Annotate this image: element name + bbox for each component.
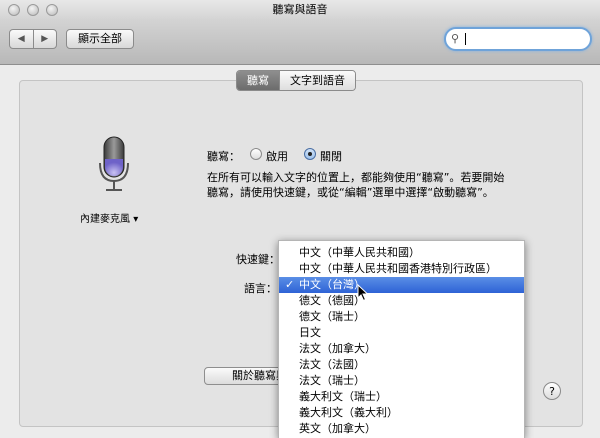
- back-button[interactable]: ◀: [10, 30, 34, 48]
- search-field[interactable]: ⚲: [444, 27, 592, 51]
- dictation-on-radio[interactable]: [250, 148, 262, 160]
- language-option[interactable]: 法文（法國）: [279, 357, 524, 373]
- help-icon[interactable]: ?: [543, 382, 561, 400]
- tab-bar: 聽寫 文字到語音: [236, 70, 356, 91]
- minimize-window-button[interactable]: [27, 4, 39, 16]
- language-option[interactable]: 德文（瑞士）: [279, 309, 524, 325]
- language-option[interactable]: 中文（中華人民共和國香港特別行政區）: [279, 261, 524, 277]
- preferences-window: 聽寫與語音 ◀ ▶ 顯示全部 ⚲ 聽寫 文字到語音 內建麥克風 ▾ 聽寫： 啟用…: [0, 0, 600, 438]
- dictation-description: 在所有可以輸入文字的位置上，都能夠使用“聽寫”。若要開始聽寫，請使用快速鍵，或從…: [207, 171, 505, 199]
- language-option-label: 法文（瑞士）: [299, 374, 365, 387]
- language-menu: 中文（中華人民共和國） 中文（中華人民共和國香港特別行政區） ✓ 中文（台灣） 德文（德…: [278, 240, 525, 438]
- about-dictation-button[interactable]: 關於聽寫與隱私權: [204, 367, 284, 385]
- tab-text-to-speech[interactable]: 文字到語音: [279, 71, 355, 90]
- language-option[interactable]: 日文: [279, 325, 524, 341]
- language-option[interactable]: 法文（加拿大）: [279, 341, 524, 357]
- language-option-label: 日文: [299, 326, 321, 339]
- language-option[interactable]: 義大利文（義大利）: [279, 405, 524, 421]
- mic-dropdown[interactable]: 內建麥克風 ▾: [80, 210, 138, 225]
- dictation-off-label: 關閉: [320, 150, 342, 163]
- mic-label: 內建麥克風: [80, 214, 130, 225]
- tab-dictation[interactable]: 聽寫: [237, 71, 279, 90]
- chevron-down-icon: ▾: [133, 214, 139, 225]
- title-bar: 聽寫與語音: [0, 0, 600, 20]
- language-option-label: 英文（加拿大）: [299, 422, 376, 435]
- language-option[interactable]: 法文（瑞士）: [279, 373, 524, 389]
- language-option-label: 中文（台灣）: [299, 278, 365, 291]
- language-option-label: 德文（瑞士）: [299, 310, 365, 323]
- search-icon: ⚲: [451, 32, 460, 45]
- language-option[interactable]: ✓ 中文（台灣）: [279, 277, 524, 293]
- language-option[interactable]: 英文（加拿大）: [279, 421, 524, 437]
- language-option-label: 德文（德國）: [299, 294, 365, 307]
- dictation-on-label: 啟用: [266, 150, 288, 163]
- language-option-label: 中文（中華人民共和國香港特別行政區）: [299, 262, 497, 275]
- language-option[interactable]: 義大利文（瑞士）: [279, 389, 524, 405]
- microphone-icon: [99, 136, 129, 191]
- language-label: 語言：: [244, 282, 277, 295]
- language-option-label: 中文（中華人民共和國）: [299, 246, 420, 259]
- language-option-label: 義大利文（瑞士）: [299, 390, 387, 403]
- zoom-window-button[interactable]: [46, 4, 58, 16]
- forward-button[interactable]: ▶: [34, 30, 57, 48]
- show-all-button[interactable]: 顯示全部: [66, 29, 134, 49]
- dictation-label: 聽寫：: [207, 150, 240, 163]
- language-option[interactable]: 中文（中華人民共和國）: [279, 245, 524, 261]
- toolbar: ◀ ▶ 顯示全部 ⚲: [0, 20, 600, 65]
- close-window-button[interactable]: [8, 4, 20, 16]
- language-option-label: 法文（加拿大）: [299, 342, 376, 355]
- nav-segment: ◀ ▶: [9, 29, 57, 49]
- language-option[interactable]: 德文（德國）: [279, 293, 524, 309]
- language-option-label: 法文（法國）: [299, 358, 365, 371]
- dictation-off-radio[interactable]: [304, 148, 316, 160]
- text-caret: [465, 33, 466, 45]
- checkmark-icon: ✓: [285, 278, 295, 291]
- mouse-pointer-icon: [357, 284, 369, 302]
- language-option-label: 義大利文（義大利）: [299, 406, 398, 419]
- shortcut-label: 快速鍵：: [236, 253, 280, 266]
- window-title: 聽寫與語音: [272, 3, 328, 16]
